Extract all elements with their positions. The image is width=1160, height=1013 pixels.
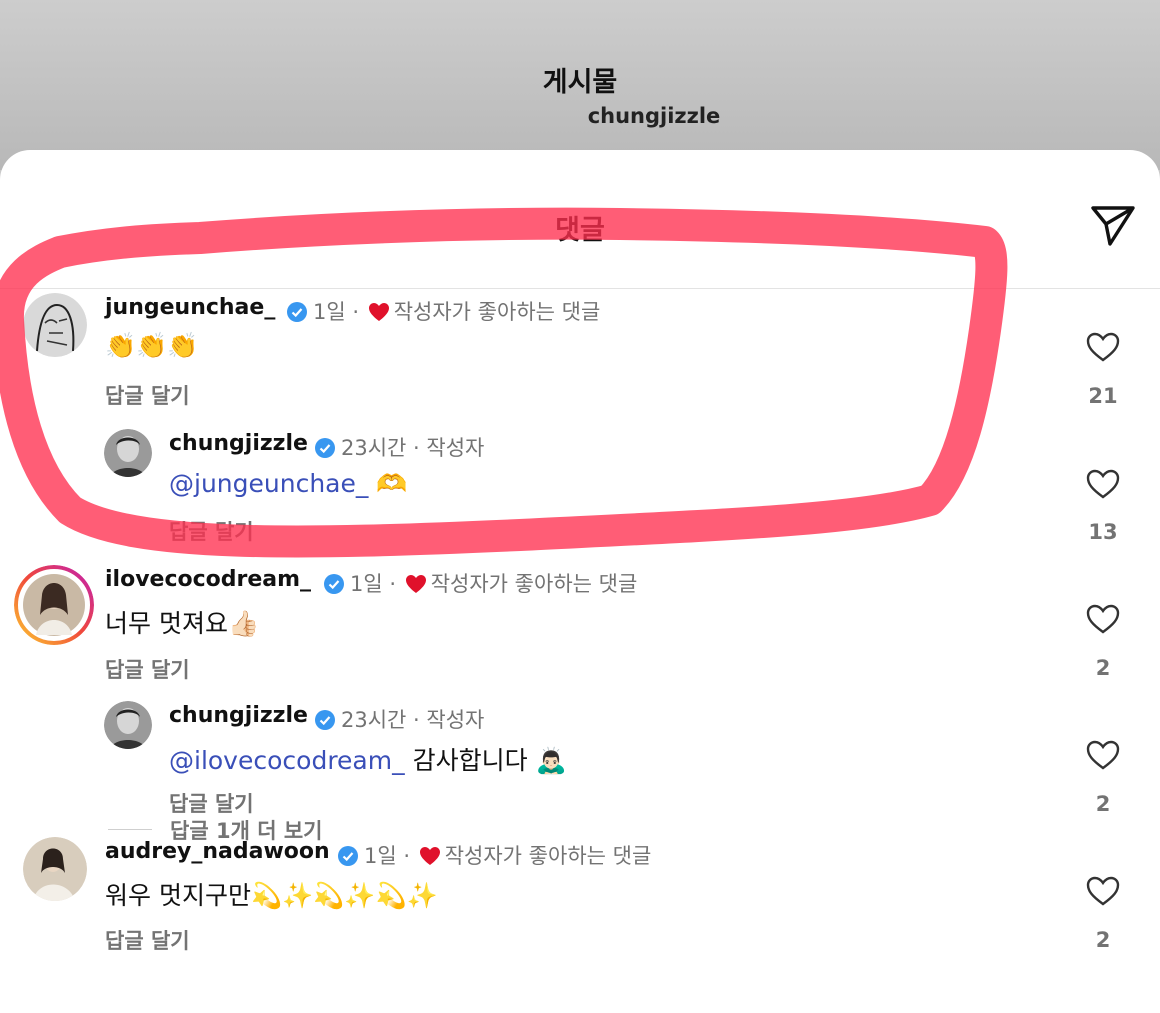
heart-icon	[368, 303, 389, 321]
verified-badge-icon	[324, 574, 344, 594]
reply-button[interactable]: 답글 달기	[105, 654, 190, 684]
verified-badge-icon	[315, 710, 335, 730]
like-count: 2	[1095, 792, 1111, 816]
mention-link[interactable]: @ilovecocodream_	[169, 746, 405, 775]
verified-badge-icon	[287, 302, 307, 322]
verified-badge-icon	[338, 846, 358, 866]
liked-by-author-label: 작성자가 좋아하는 댓글	[430, 572, 638, 596]
comment-text: 👏👏👏	[105, 331, 199, 360]
comment-username[interactable]: jungeunchae_	[105, 295, 275, 320]
heart-outline-icon[interactable]	[1086, 876, 1120, 906]
heart-icon	[419, 847, 440, 865]
author-tag: 작성자	[426, 436, 485, 460]
comment-emoji: 🫶	[376, 469, 408, 498]
heart-outline-icon[interactable]	[1086, 469, 1120, 499]
reply-button[interactable]: 답글 달기	[105, 380, 190, 410]
comment-time: 23시간	[341, 708, 407, 732]
comment-meta: 1일 · 작성자가 좋아하는 댓글	[334, 840, 651, 870]
comment-time: 23시간	[341, 436, 407, 460]
comment-time: 1일	[350, 572, 383, 596]
heart-outline-icon[interactable]	[1086, 332, 1120, 362]
avatar[interactable]	[104, 429, 152, 477]
comment-time: 1일	[364, 844, 397, 868]
reply-button[interactable]: 답글 달기	[105, 925, 190, 955]
comment-body: 감사합니다 🙇🏻‍♂️	[412, 746, 567, 775]
comment-meta: 1일 · 작성자가 좋아하는 댓글	[283, 296, 600, 326]
avatar[interactable]	[23, 293, 87, 357]
comment-meta: 1일 · 작성자가 좋아하는 댓글	[320, 568, 637, 598]
more-replies-line	[108, 829, 152, 830]
author-tag: 작성자	[426, 708, 485, 732]
comment-username[interactable]: ilovecocodream_	[105, 567, 311, 592]
liked-by-author-label: 작성자가 좋아하는 댓글	[444, 844, 652, 868]
reply-button[interactable]: 답글 달기	[169, 788, 254, 818]
comment-meta: 23시간 · 작성자	[311, 432, 484, 462]
view-more-replies-button[interactable]: 답글 1개 더 보기	[170, 815, 322, 845]
like-count: 2	[1095, 928, 1111, 952]
heart-outline-icon[interactable]	[1086, 740, 1120, 770]
comment-username[interactable]: chungjizzle	[169, 431, 308, 456]
sheet-title: 댓글	[555, 215, 605, 246]
liked-by-author-label: 작성자가 좋아하는 댓글	[393, 300, 601, 324]
heart-icon	[405, 575, 426, 593]
comment-text: 너무 멋져요👍🏻	[105, 609, 260, 638]
comment-text: 워우 멋지구만💫✨💫✨💫✨	[105, 881, 438, 910]
reply-button[interactable]: 답글 달기	[169, 516, 254, 546]
avatar-story-ring[interactable]	[14, 565, 94, 645]
like-count: 2	[1095, 656, 1111, 680]
like-count: 13	[1088, 520, 1118, 544]
comment-meta: 23시간 · 작성자	[311, 704, 484, 734]
avatar[interactable]	[104, 701, 152, 749]
page-subtitle[interactable]: chungjizzle	[0, 104, 1160, 128]
comment-text: @jungeunchae_ 🫶	[169, 469, 407, 499]
like-count: 21	[1088, 384, 1118, 408]
avatar[interactable]	[23, 837, 87, 901]
divider	[0, 288, 1160, 289]
comment-username[interactable]: chungjizzle	[169, 703, 308, 728]
verified-badge-icon	[315, 438, 335, 458]
page-title: 게시물	[542, 67, 618, 98]
paper-plane-icon[interactable]	[1088, 202, 1138, 248]
comment-time: 1일	[313, 300, 346, 324]
heart-outline-icon[interactable]	[1086, 604, 1120, 634]
mention-link[interactable]: @jungeunchae_	[169, 469, 368, 498]
comment-text: @ilovecocodream_ 감사합니다 🙇🏻‍♂️	[169, 741, 567, 777]
